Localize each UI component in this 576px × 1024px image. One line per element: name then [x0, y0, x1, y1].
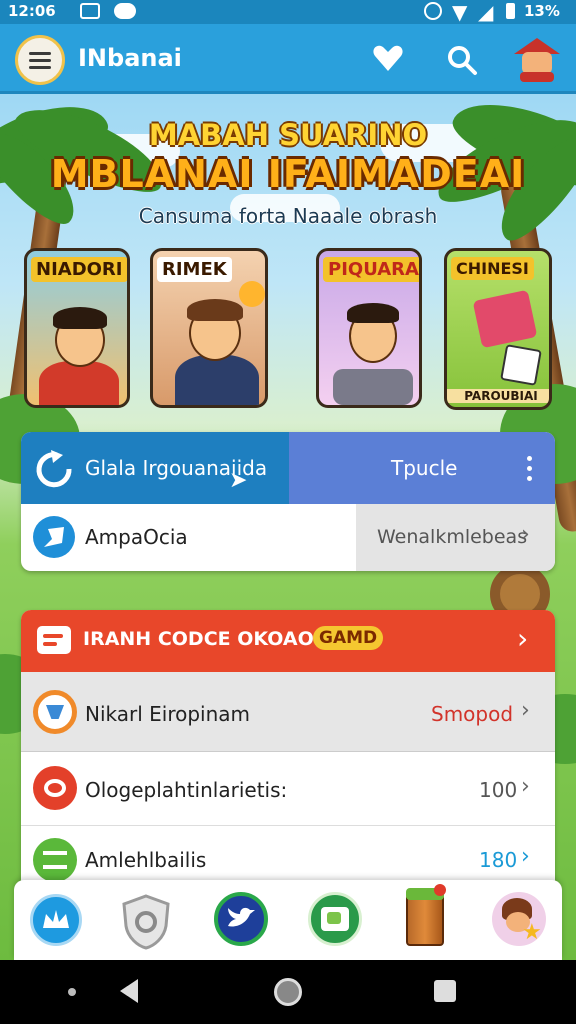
row-value: 100: [479, 778, 518, 802]
segment-right-tab[interactable]: Tpucle: [289, 432, 555, 504]
row-value: Wenalkmlebeas: [377, 526, 528, 548]
bird-icon[interactable]: [214, 892, 268, 946]
promo-row-2[interactable]: Ologeplahtinlarietis: 100 ›: [21, 752, 555, 826]
shield-icon[interactable]: [120, 894, 172, 950]
segment-right-label: Tpucle: [391, 456, 458, 480]
back-icon[interactable]: [118, 978, 140, 1004]
card-label: RIMEK: [157, 257, 232, 282]
card-label: CHINESI: [451, 257, 534, 280]
battery-level: 13%: [524, 2, 560, 20]
card-label: NIADORI: [31, 257, 127, 282]
character-card-2[interactable]: RIMEK: [150, 248, 268, 408]
row-value: 180: [479, 848, 518, 872]
battery-icon: [506, 3, 515, 19]
promo-panel: IRANH CODCE OKOAOM GAMD › Nikarl Eiropin…: [21, 610, 555, 890]
bottom-navigation: [14, 880, 562, 960]
system-navigation-bar: [0, 960, 576, 1024]
chevron-right-icon: ›: [521, 774, 530, 799]
signal-icon: ◢: [478, 0, 494, 24]
chevron-right-icon: ›: [517, 622, 529, 655]
promo-row-1[interactable]: Nikarl Eiropinam Smopod ›: [21, 672, 555, 752]
row-label: Ologeplahtinlarietis:: [85, 778, 288, 802]
promo-header-label: IRANH CODCE OKOAOM: [83, 628, 333, 650]
chevron-right-icon: ›: [521, 522, 530, 547]
promo-header[interactable]: IRANH CODCE OKOAOM GAMD ›: [21, 610, 555, 672]
app-title: INbanai: [78, 44, 182, 72]
profile-avatar[interactable]: [514, 34, 560, 82]
menu-button[interactable]: [15, 35, 65, 85]
message-icon: [33, 766, 77, 810]
character-card-3[interactable]: PIQUARAN: [316, 248, 422, 408]
home-icon[interactable]: [274, 978, 302, 1006]
hero-subtitle: Cansuma forta Naaale obrash: [138, 204, 438, 228]
crate-icon[interactable]: [406, 884, 446, 946]
more-options-icon[interactable]: [527, 456, 533, 482]
status-time: 12:06: [8, 2, 56, 20]
segment-left-tab[interactable]: Glala Irgouanaiida ➤: [21, 432, 289, 504]
notification-icon: [114, 3, 136, 19]
refresh-icon: [36, 450, 72, 488]
card-caption: PAROUBIAI: [447, 389, 549, 403]
row-label: AmpaOcia: [85, 525, 188, 549]
cup-icon: [33, 690, 77, 734]
status-bar: 12:06 ▼ ◢ 13%: [0, 0, 576, 24]
chevron-right-icon: ›: [521, 844, 530, 869]
image-notification-icon: [80, 3, 100, 19]
heart-icon[interactable]: [372, 44, 404, 72]
stack-icon: [33, 838, 77, 882]
menu-icon: [29, 51, 51, 55]
segment-panel: Glala Irgouanaiida ➤ Tpucle AmpaOcia Wen…: [21, 432, 555, 571]
search-icon[interactable]: [446, 44, 478, 76]
avatar-star-icon[interactable]: ★: [492, 892, 546, 946]
recents-icon[interactable]: [434, 980, 456, 1002]
star-icon: [33, 516, 75, 558]
ampaocia-row[interactable]: AmpaOcia Wenalkmlebeas ›: [21, 504, 555, 571]
cursor-icon: ➤: [229, 468, 248, 493]
dot-icon: [68, 988, 76, 996]
ticket-icon: [37, 626, 71, 654]
character-card-1[interactable]: NIADORI: [24, 248, 130, 408]
character-card-4[interactable]: CHINESI PAROUBIAI: [444, 248, 552, 410]
chevron-right-icon: ›: [521, 698, 530, 723]
crown-icon[interactable]: [30, 894, 82, 946]
row-label: Amlehlbailis: [85, 848, 207, 872]
promo-badge: GAMD: [313, 626, 384, 650]
row-value: Smopod: [431, 702, 514, 726]
alarm-icon: [424, 2, 442, 20]
row-label: Nikarl Eiropinam: [85, 702, 251, 726]
hero-title-line2: MBLANAI IFAIMADEAI: [50, 152, 526, 196]
card-label: PIQUARAN: [323, 257, 419, 282]
hero-title-line1: MABAH SUARINO: [148, 118, 428, 152]
wifi-icon: ▼: [452, 0, 468, 24]
map-icon[interactable]: [308, 892, 362, 946]
